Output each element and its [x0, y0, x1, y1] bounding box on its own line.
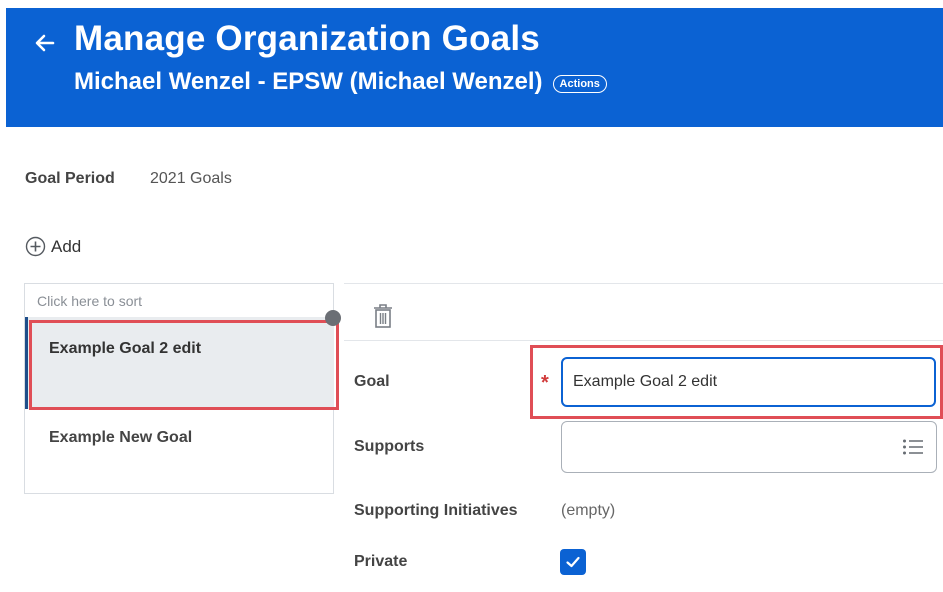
list-icon[interactable]	[902, 438, 924, 456]
divider	[344, 340, 943, 341]
list-item-label: Example New Goal	[49, 429, 193, 446]
plus-circle-icon	[25, 236, 46, 257]
back-arrow-icon[interactable]	[32, 30, 58, 56]
list-item[interactable]: Example Goal 2 edit	[25, 317, 334, 409]
drag-handle[interactable]	[325, 310, 341, 326]
add-button[interactable]: Add	[25, 236, 81, 257]
goal-label: Goal	[354, 373, 390, 390]
sort-hint[interactable]: Click here to sort	[37, 293, 142, 309]
actions-button[interactable]: Actions	[552, 75, 607, 93]
private-label: Private	[354, 553, 408, 570]
supports-field[interactable]	[561, 421, 937, 473]
divider	[344, 283, 943, 284]
goal-list: Click here to sort Example Goal 2 edit E…	[24, 283, 334, 494]
page-title: Manage Organization Goals	[74, 19, 540, 58]
page-header: Manage Organization Goals Michael Wenzel…	[6, 8, 943, 127]
supporting-initiatives-label: Supporting Initiatives	[354, 502, 518, 519]
goal-input[interactable]	[561, 357, 936, 407]
supports-label: Supports	[354, 438, 425, 455]
goal-period-label: Goal Period	[25, 170, 115, 187]
add-label: Add	[51, 236, 82, 256]
supporting-initiatives-value: (empty)	[561, 502, 616, 519]
list-item-label: Example Goal 2 edit	[49, 340, 202, 357]
trash-icon[interactable]	[372, 303, 394, 329]
subtitle-row: Michael Wenzel - EPSW (Michael Wenzel) A…	[74, 68, 607, 96]
private-checkbox[interactable]	[560, 549, 586, 575]
list-item[interactable]: Example New Goal	[25, 419, 334, 459]
required-indicator: *	[541, 372, 549, 394]
check-icon	[566, 556, 580, 568]
page-subtitle: Michael Wenzel - EPSW (Michael Wenzel)	[74, 68, 543, 95]
goal-period-value: 2021 Goals	[150, 170, 232, 187]
